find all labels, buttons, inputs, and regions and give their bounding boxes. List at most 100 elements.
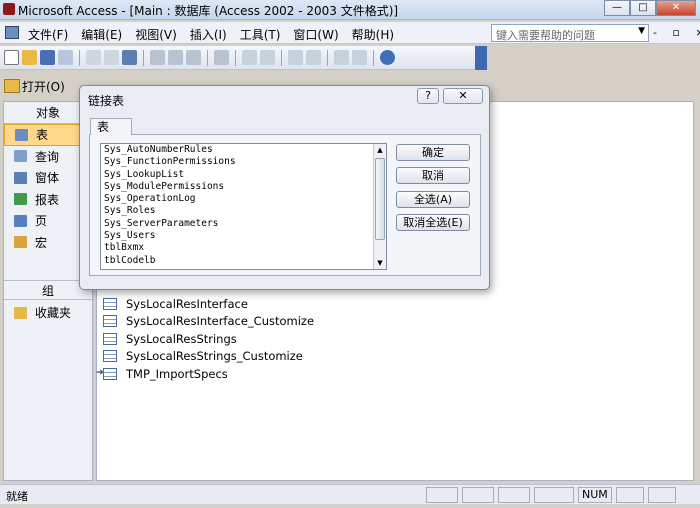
object-label: 查询	[35, 149, 60, 164]
deselect-all-button[interactable]: 取消全选(E)	[396, 214, 470, 231]
dialog-title-buttons: ? ✕	[417, 88, 483, 104]
print-preview-icon[interactable]	[104, 50, 119, 65]
toolbar-separator	[143, 49, 144, 66]
list-item[interactable]: Sys_Users	[101, 230, 386, 242]
open-button[interactable]: 打开(O)	[22, 78, 65, 95]
cancel-button[interactable]: 取消	[396, 167, 470, 184]
relationships-icon[interactable]	[334, 50, 349, 65]
code-icon[interactable]	[288, 50, 303, 65]
office-links-icon[interactable]	[242, 50, 257, 65]
menu-tools[interactable]: 工具(T)	[240, 26, 281, 43]
table-icon	[15, 128, 28, 141]
chevron-down-icon[interactable]: ▼	[638, 26, 645, 36]
list-item[interactable]: Sys_Roles	[101, 205, 386, 217]
ok-button[interactable]: 确定	[396, 144, 470, 161]
favorites-folder-icon	[14, 306, 27, 319]
menu-view[interactable]: 视图(V)	[135, 26, 177, 43]
print-icon[interactable]	[86, 50, 101, 65]
list-item[interactable]: Sys_OperationLog	[101, 193, 386, 205]
dialog-help-button[interactable]: ?	[417, 88, 439, 104]
menu-edit[interactable]: 编辑(E)	[81, 26, 122, 43]
new-icon[interactable]	[4, 50, 19, 65]
query-icon	[14, 150, 27, 163]
access-app-icon[interactable]	[3, 3, 15, 15]
list-item[interactable]: SysLocalResStrings_Customize	[103, 349, 303, 363]
title-bar: Microsoft Access - [Main : 数据库 (Access 2…	[0, 0, 700, 20]
table-icon	[103, 368, 117, 380]
cut-icon[interactable]	[150, 50, 165, 65]
list-item[interactable]: Sys_ModulePermissions	[101, 181, 386, 193]
form-icon	[14, 171, 27, 184]
close-button[interactable]: ✕	[656, 0, 696, 16]
list-item[interactable]: ➔ TMP_ImportSpecs	[96, 367, 228, 381]
scroll-down-icon[interactable]: ▼	[374, 257, 386, 269]
list-item[interactable]: SysLocalResStrings	[103, 332, 237, 346]
table-name: SysLocalResInterface	[126, 297, 248, 311]
toolbar-separator	[281, 49, 282, 66]
list-item[interactable]: Sys_LookupList	[101, 169, 386, 181]
list-item[interactable]: tblBxmx	[101, 242, 386, 254]
status-text: 就绪	[6, 490, 28, 503]
toolbar-separator	[79, 49, 80, 66]
minimize-button[interactable]: —	[604, 0, 630, 16]
report-icon	[14, 193, 27, 206]
favorites-label: 收藏夹	[35, 306, 72, 321]
dialog-title: 链接表	[88, 94, 125, 108]
help-question-input[interactable]: 键入需要帮助的问题 ▼	[491, 24, 649, 42]
maximize-button[interactable]: □	[630, 0, 656, 16]
table-name: SysLocalResStrings_Customize	[126, 349, 303, 363]
dialog-close-button[interactable]: ✕	[443, 88, 483, 104]
copy-icon[interactable]	[168, 50, 183, 65]
script-editor-icon[interactable]	[306, 50, 321, 65]
menu-insert[interactable]: 插入(I)	[190, 26, 227, 43]
list-item[interactable]: SysLocalResInterface_Customize	[103, 314, 314, 328]
toolbar-separator	[207, 49, 208, 66]
status-cell	[498, 487, 530, 503]
open-folder-icon[interactable]	[22, 50, 37, 65]
list-item[interactable]: tblCodelb	[101, 255, 386, 267]
file-search-icon[interactable]	[58, 50, 73, 65]
tab-tables[interactable]: 表	[90, 118, 132, 135]
status-bar: 就绪 NUM	[0, 484, 700, 504]
group-favorites[interactable]: 收藏夹	[4, 302, 92, 324]
menu-help[interactable]: 帮助(H)	[352, 26, 394, 43]
new-object-icon[interactable]	[352, 50, 367, 65]
object-label: 窗体	[35, 171, 60, 186]
list-item[interactable]: Sys_AutoNumberRules	[101, 144, 386, 156]
list-item[interactable]: SysLocalResInterface	[103, 297, 248, 311]
status-cell	[534, 487, 574, 503]
tables-listbox[interactable]: Sys_AutoNumberRules Sys_FunctionPermissi…	[100, 143, 387, 270]
open-icon	[4, 79, 20, 93]
mdi-window-controls[interactable]: - ▫ ×	[653, 26, 700, 39]
toolbar-separator	[327, 49, 328, 66]
object-label: 表	[36, 128, 49, 143]
database-window-icon[interactable]	[5, 26, 19, 39]
link-tables-dialog: 链接表 ? ✕ 表 Sys_AutoNumberRules Sys_Functi…	[79, 85, 490, 290]
save-icon[interactable]	[40, 50, 55, 65]
undo-icon[interactable]	[214, 50, 229, 65]
status-cell	[616, 487, 644, 503]
spelling-icon[interactable]	[122, 50, 137, 65]
window-controls: — □ ✕	[604, 0, 696, 16]
standard-toolbar	[0, 46, 486, 70]
macro-icon	[14, 236, 27, 249]
help-icon[interactable]	[380, 50, 395, 65]
toolbar-options-handle[interactable]	[475, 46, 487, 70]
object-label: 宏	[35, 235, 48, 250]
list-item[interactable]: Sys_ServerParameters	[101, 218, 386, 230]
paste-icon[interactable]	[186, 50, 201, 65]
page-icon	[14, 214, 27, 227]
object-label: 页	[35, 214, 48, 229]
object-label: 报表	[35, 192, 60, 207]
listbox-scrollbar[interactable]: ▲ ▼	[373, 144, 386, 269]
analyze-icon[interactable]	[260, 50, 275, 65]
scroll-thumb[interactable]	[375, 158, 385, 240]
select-all-button[interactable]: 全选(A)	[396, 191, 470, 208]
status-cell	[648, 487, 676, 503]
list-item[interactable]: Sys_FunctionPermissions	[101, 156, 386, 168]
table-icon	[103, 333, 117, 345]
status-cell	[462, 487, 494, 503]
menu-file[interactable]: 文件(F)	[28, 26, 68, 43]
menu-window[interactable]: 窗口(W)	[293, 26, 338, 43]
scroll-up-icon[interactable]: ▲	[374, 144, 386, 156]
